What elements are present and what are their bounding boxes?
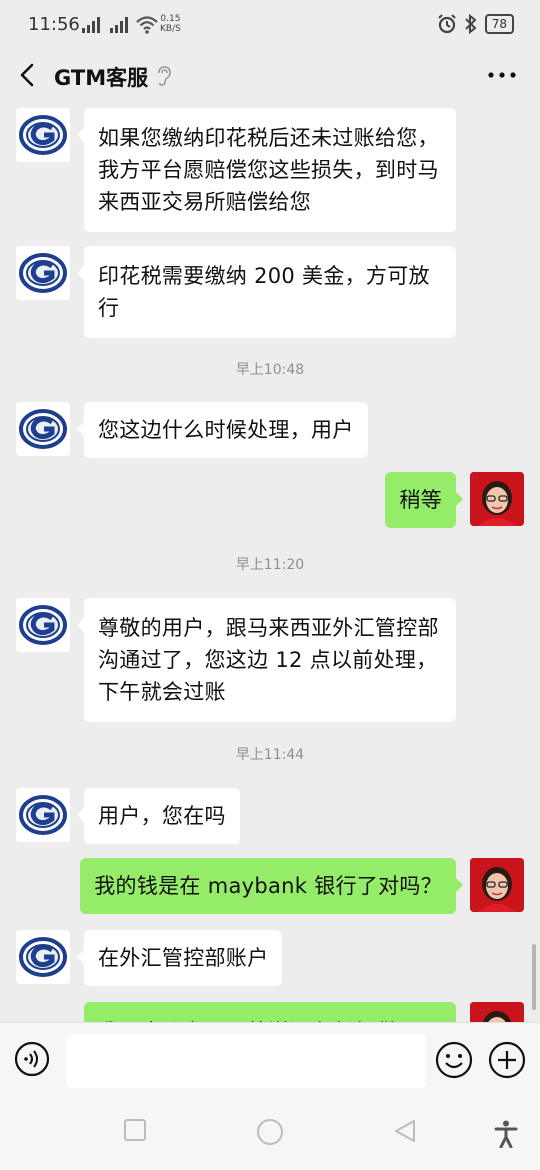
- message-row-received: 如果您缴纳印花税后还未过账给您，我方平台愿赔偿您这些损失，到时马来西亚交易所赔偿…: [0, 108, 540, 238]
- gtm-logo-icon: [19, 409, 67, 449]
- avatar[interactable]: [16, 598, 70, 652]
- timestamp: 早上11:20: [235, 557, 305, 573]
- message-row-received: 您这边什么时候处理，用户: [0, 402, 540, 462]
- avatar[interactable]: [16, 402, 70, 456]
- signal-icon-2: [110, 17, 128, 33]
- message-row-sent: 我跟大公东三，外送没有任何税要: [0, 1002, 540, 1022]
- message-bubble[interactable]: 稍等: [385, 472, 463, 528]
- net-speed-value: 0.15: [160, 14, 181, 24]
- chat-header: GTM客服: [0, 52, 540, 98]
- timestamp: 早上10:48: [235, 362, 305, 378]
- home-icon[interactable]: [256, 1118, 284, 1146]
- add-icon[interactable]: [488, 1041, 526, 1079]
- avatar[interactable]: [16, 788, 70, 842]
- message-row-received: 印花税需要缴纳 200 美金，方可放行: [0, 246, 540, 338]
- scrollbar[interactable]: [532, 944, 536, 1010]
- signal-icon: [82, 17, 100, 33]
- gtm-logo-icon: [19, 115, 67, 155]
- gtm-logo-icon: [19, 795, 67, 835]
- net-speed-unit: KB/S: [160, 24, 181, 34]
- message-bubble[interactable]: 我的钱是在 maybank 银行了对吗？: [80, 858, 463, 914]
- message-row-received: 用户，您在吗: [0, 788, 540, 848]
- user-avatar-icon: [470, 1002, 524, 1022]
- recent-apps-icon[interactable]: [123, 1118, 147, 1142]
- message-bubble[interactable]: 尊敬的用户，跟马来西亚外汇管控部沟通过了，您这边 12 点以前处理，下午就会过账: [77, 598, 456, 722]
- system-nav-bar: [0, 1098, 540, 1170]
- avatar[interactable]: [470, 1002, 524, 1022]
- status-bar: 11:56 0.15 KB/S 78: [0, 0, 540, 52]
- message-bubble[interactable]: 如果您缴纳印花税后还未过账给您，我方平台愿赔偿您这些损失，到时马来西亚交易所赔偿…: [77, 108, 456, 232]
- message-list[interactable]: 如果您缴纳印花税后还未过账给您，我方平台愿赔偿您这些损失，到时马来西亚交易所赔偿…: [0, 98, 540, 1022]
- gtm-logo-icon: [19, 605, 67, 645]
- gtm-logo-icon: [19, 937, 67, 977]
- status-time: 11:56: [28, 14, 80, 35]
- emoji-icon[interactable]: [435, 1041, 473, 1079]
- gtm-logo-icon: [19, 253, 67, 293]
- back-icon[interactable]: [16, 61, 42, 89]
- user-avatar-icon: [470, 472, 524, 526]
- bluetooth-icon: [465, 14, 477, 34]
- avatar[interactable]: [470, 472, 524, 526]
- avatar[interactable]: [16, 108, 70, 162]
- message-bubble[interactable]: 您这边什么时候处理，用户: [77, 402, 368, 458]
- battery-icon: 78: [484, 14, 514, 34]
- message-bubble[interactable]: 用户，您在吗: [77, 788, 240, 844]
- message-row-sent: 我的钱是在 maybank 银行了对吗？: [0, 858, 540, 918]
- ear-icon: [158, 66, 171, 86]
- back-nav-icon[interactable]: [392, 1118, 418, 1144]
- input-bar: [0, 1022, 540, 1099]
- message-bubble[interactable]: 我跟大公东三，外送没有任何税要: [84, 1002, 456, 1022]
- net-speed: 0.15 KB/S: [160, 14, 181, 34]
- status-right: 78: [437, 14, 514, 34]
- avatar[interactable]: [16, 246, 70, 300]
- wifi-icon: [136, 16, 158, 34]
- chat-title: GTM客服: [54, 66, 149, 90]
- message-input[interactable]: [66, 1034, 426, 1088]
- avatar[interactable]: [16, 930, 70, 984]
- more-icon[interactable]: [486, 60, 518, 90]
- alarm-icon: [438, 14, 456, 34]
- message-bubble[interactable]: 印花税需要缴纳 200 美金，方可放行: [77, 246, 456, 338]
- message-row-received: 尊敬的用户，跟马来西亚外汇管控部沟通过了，您这边 12 点以前处理，下午就会过账: [0, 598, 540, 728]
- message-bubble[interactable]: 在外汇管控部账户: [76, 930, 283, 986]
- message-row-sent: 稍等: [0, 472, 540, 532]
- user-avatar-icon: [470, 858, 524, 912]
- avatar[interactable]: [470, 858, 524, 912]
- timestamp: 早上11:44: [235, 747, 305, 763]
- voice-icon[interactable]: [14, 1041, 50, 1077]
- accessibility-icon[interactable]: [494, 1120, 518, 1148]
- message-row-received: 在外汇管控部账户: [0, 930, 540, 990]
